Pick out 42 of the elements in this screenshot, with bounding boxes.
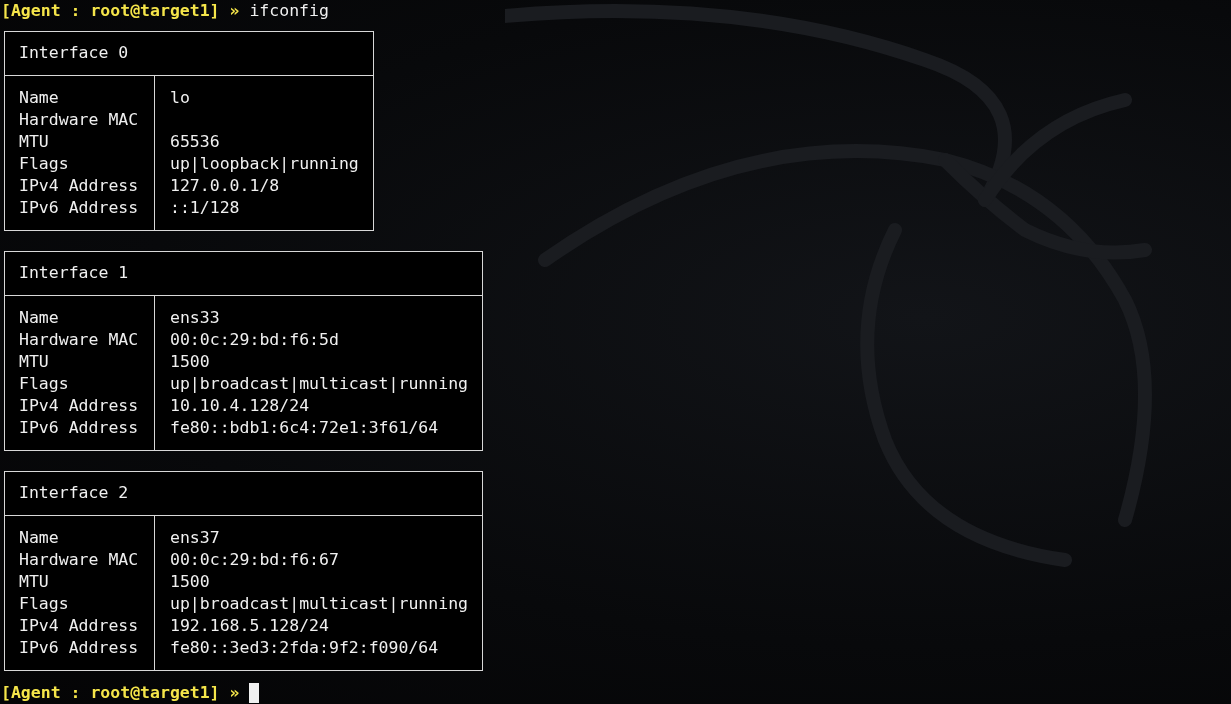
- row-label: IPv6 Address: [19, 417, 140, 439]
- prompt-text: [Agent : root@target1] »: [1, 682, 240, 704]
- row-label: Hardware MAC: [19, 549, 140, 571]
- row-value: up|broadcast|multicast|running: [170, 373, 468, 395]
- row-value: 127.0.0.1/8: [170, 175, 281, 197]
- row-value: 65536: [170, 131, 221, 153]
- row-value: 00:0c:29:bd:f6:67: [170, 549, 340, 571]
- row-label: MTU: [19, 571, 50, 593]
- row-value: ::1/128: [170, 197, 241, 219]
- row-value: lo: [170, 87, 191, 109]
- row-label: Name: [19, 527, 60, 549]
- row-label: Hardware MAC: [19, 329, 140, 351]
- command-text: ifconfig: [249, 0, 329, 22]
- row-value: 1500: [170, 571, 211, 593]
- row-value: 10.10.4.128/24: [170, 395, 311, 417]
- row-value: 192.168.5.128/24: [170, 615, 330, 637]
- row-label: MTU: [19, 131, 50, 153]
- row-label: IPv6 Address: [19, 637, 140, 659]
- row-value: fe80::bdb1:6c4:72e1:3f61/64: [170, 417, 440, 439]
- row-label: IPv4 Address: [19, 175, 140, 197]
- row-label: IPv4 Address: [19, 615, 140, 637]
- row-label: Name: [19, 307, 60, 329]
- row-value: ens33: [170, 307, 221, 329]
- row-label: IPv4 Address: [19, 395, 140, 417]
- row-value: fe80::3ed3:2fda:9f2:f090/64: [170, 637, 440, 659]
- prompt-text: [Agent : root@target1] »: [1, 0, 240, 22]
- table-title: Interface 0: [5, 32, 373, 76]
- row-label: Name: [19, 87, 60, 109]
- row-label: Hardware MAC: [19, 109, 140, 131]
- table-title: Interface 2: [5, 472, 482, 516]
- row-value: 1500: [170, 351, 211, 373]
- row-value: 00:0c:29:bd:f6:5d: [170, 329, 340, 351]
- table-title: Interface 1: [5, 252, 482, 296]
- row-label: Flags: [19, 153, 70, 175]
- row-value: up|loopback|running: [170, 153, 359, 175]
- cursor: [249, 683, 260, 703]
- row-value: up|broadcast|multicast|running: [170, 593, 468, 615]
- row-label: IPv6 Address: [19, 197, 140, 219]
- row-value: ens37: [170, 527, 221, 549]
- row-label: Flags: [19, 373, 70, 395]
- row-label: Flags: [19, 593, 70, 615]
- row-label: MTU: [19, 351, 50, 373]
